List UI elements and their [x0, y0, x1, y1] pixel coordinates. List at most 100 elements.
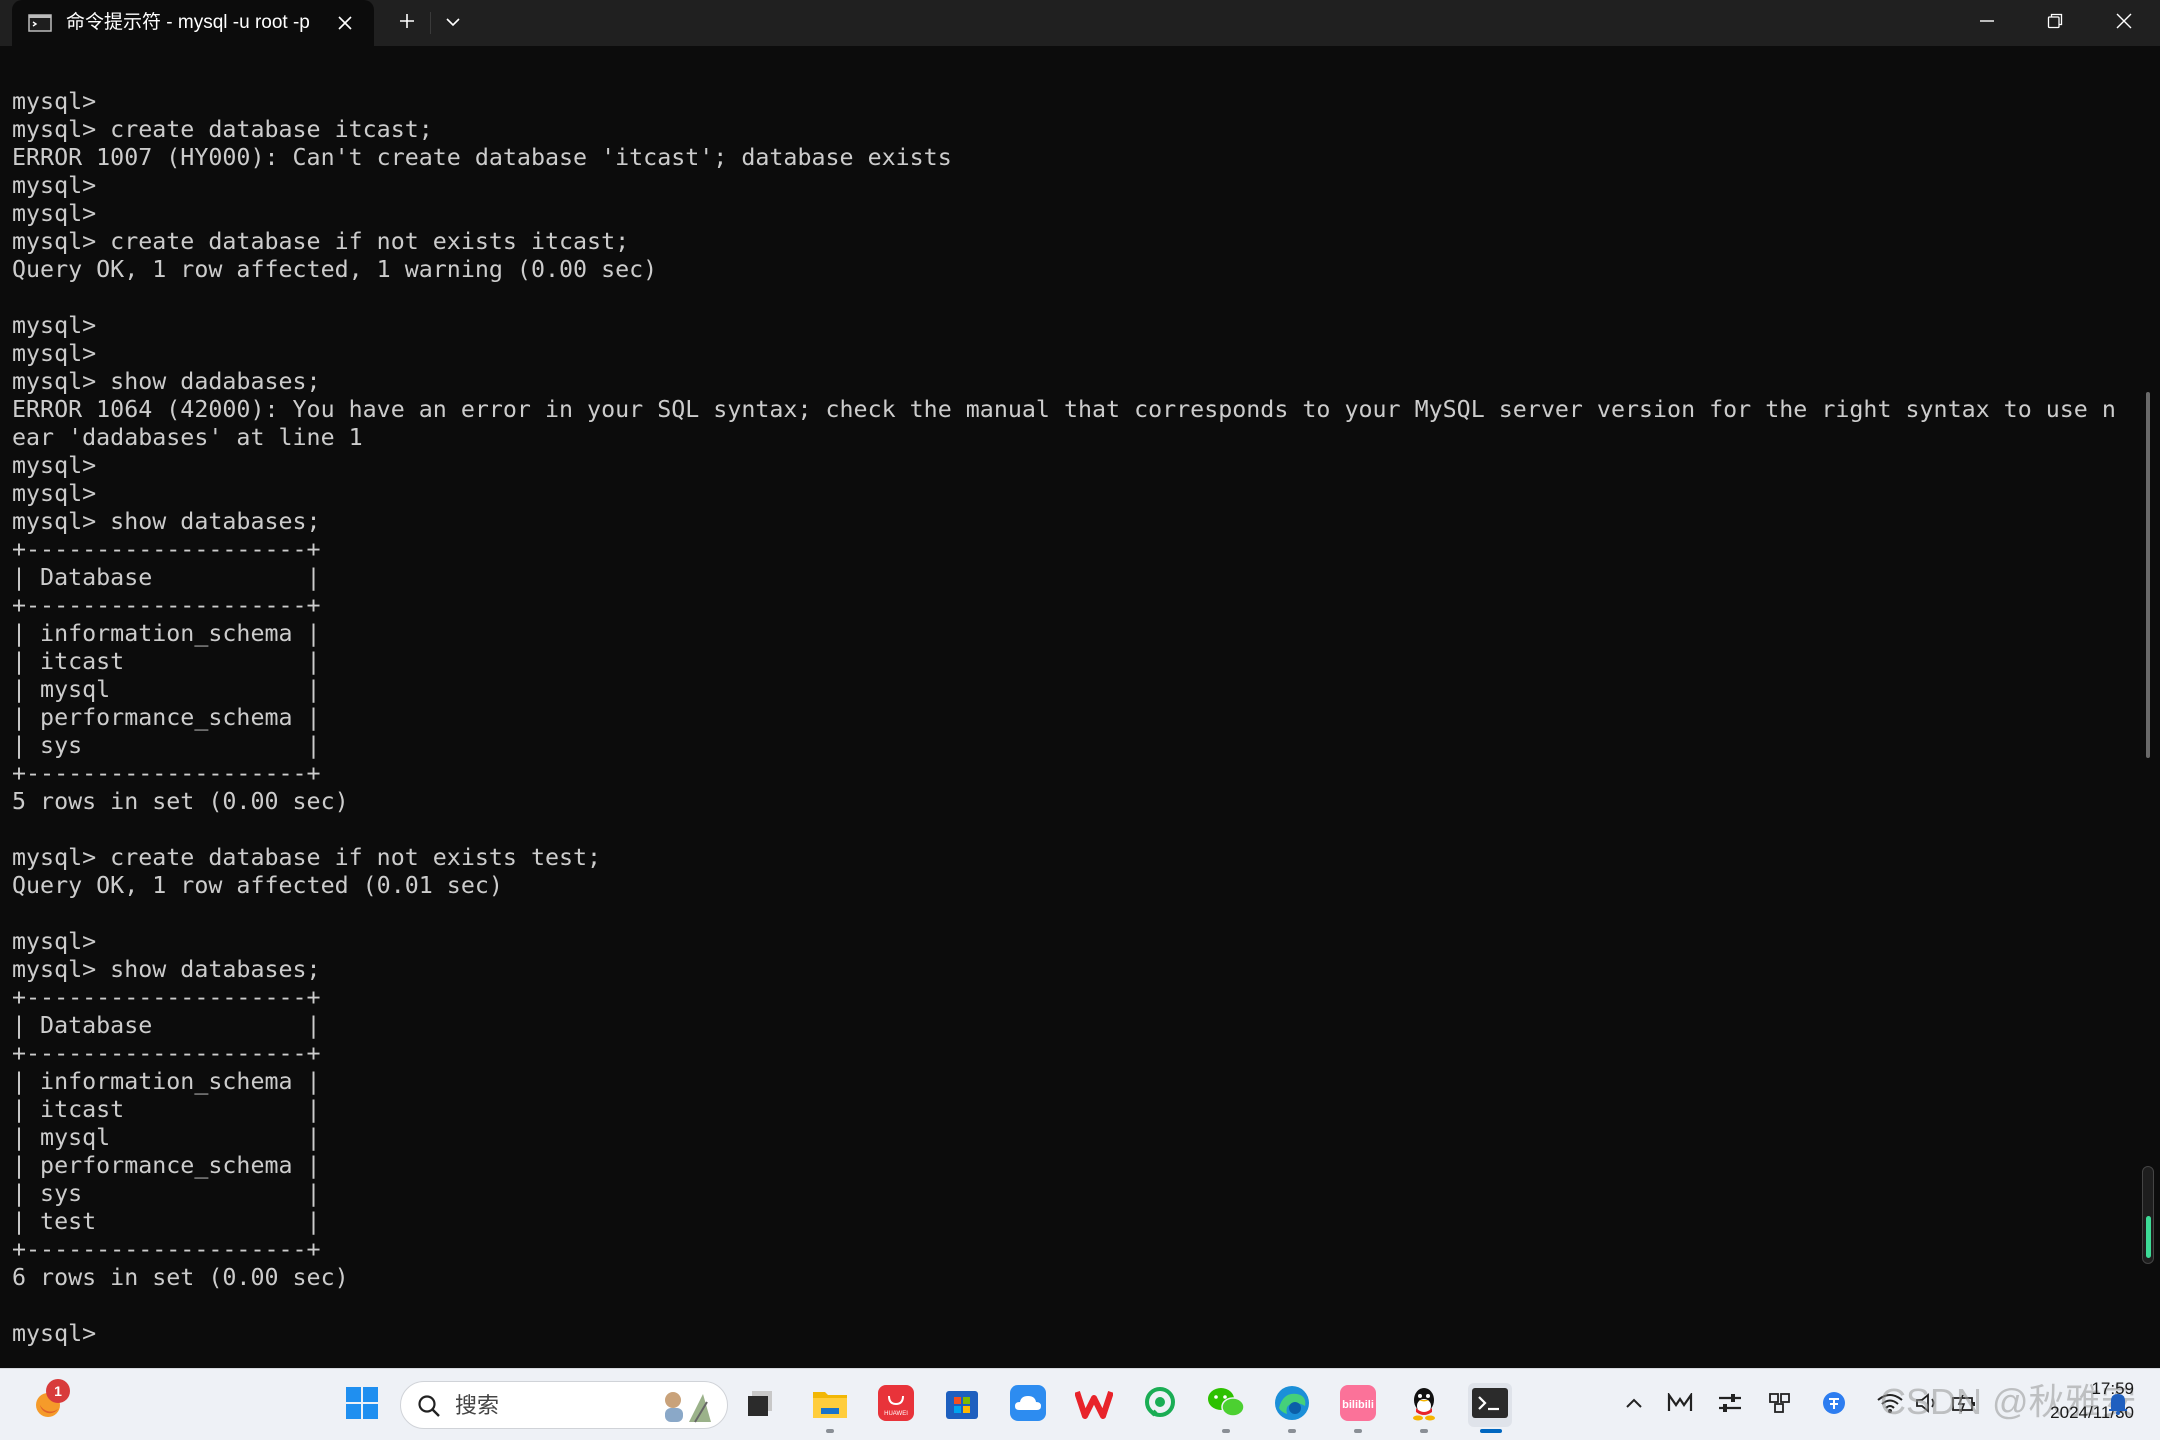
tab-title: 命令提示符 - mysql -u root -p: [66, 12, 310, 33]
task-view-icon: [744, 1387, 776, 1424]
terminal-line: mysql> show databases;: [12, 956, 321, 983]
terminal-line: mysql>: [12, 172, 97, 199]
minimize-icon: [1979, 13, 1995, 34]
new-tab-button[interactable]: [392, 8, 422, 38]
bilibili-button[interactable]: bilibili: [1336, 1383, 1380, 1433]
microsoft-store-button[interactable]: [940, 1383, 984, 1427]
terminal-text: mysql> mysql> create database itcast; ERRO…: [12, 88, 2116, 1348]
terminal-line: mysql> create database if not exists tes…: [12, 844, 602, 871]
terminal-line: | itcast |: [12, 648, 321, 675]
terminal-line: mysql>: [12, 928, 97, 955]
terminal-line: | sys |: [12, 1180, 321, 1207]
tray-app-button[interactable]: [1762, 1387, 1798, 1423]
terminal-line: | information_schema |: [12, 620, 321, 647]
terminal-line: mysql>: [12, 1320, 97, 1347]
terminal-line: mysql> show dadabases;: [12, 368, 321, 395]
terminal-line: Query OK, 1 row affected, 1 warning (0.0…: [12, 256, 658, 283]
terminal-line: mysql>: [12, 480, 97, 507]
terminal-line: mysql> create database if not exists itc…: [12, 228, 630, 255]
title-bar: 命令提示符 - mysql -u root -p: [0, 0, 2160, 46]
close-window-button[interactable]: [2090, 0, 2158, 46]
terminal-icon: [1471, 1387, 1509, 1424]
edge-browser-icon: [1273, 1384, 1311, 1427]
scrollbar-track[interactable]: [2146, 392, 2150, 758]
terminal-line: ear 'dadabases' at line 1: [12, 424, 363, 451]
huawei-appgallery-icon: HUAWEI: [877, 1384, 915, 1427]
huawei-appgallery-button[interactable]: HUAWEI: [874, 1383, 918, 1427]
terminal-line: +--------------------+: [12, 984, 321, 1011]
restore-icon: [2047, 13, 2063, 34]
terminal-tab[interactable]: 命令提示符 - mysql -u root -p: [12, 0, 374, 46]
terminal-line: mysql>: [12, 200, 97, 227]
tray-ime-button[interactable]: [1816, 1387, 1852, 1423]
close-icon: [2116, 13, 2132, 34]
file-explorer-icon: [811, 1386, 849, 1425]
ime-icon: [1821, 1390, 1847, 1421]
wechat-button[interactable]: [1204, 1383, 1248, 1433]
running-indicator: [1222, 1429, 1230, 1433]
terminal-line: | performance_schema |: [12, 704, 321, 731]
taskbar-search[interactable]: 搜索: [400, 1381, 728, 1429]
terminal-line: +--------------------+: [12, 592, 321, 619]
wps-office-button[interactable]: [1072, 1383, 1116, 1427]
terminal-line: | performance_schema |: [12, 1152, 321, 1179]
tray-mail-button[interactable]: [1662, 1387, 1698, 1423]
microsoft-store-icon: [944, 1385, 980, 1426]
terminal-line: 6 rows in set (0.00 sec): [12, 1264, 349, 1291]
taskbar: 1 搜索 HUAWEI bilibili CSDN @秋雅安 17:59 202…: [0, 1368, 2160, 1440]
bilibili-icon: bilibili: [1339, 1384, 1377, 1427]
svg-text:HUAWEI: HUAWEI: [884, 1411, 908, 1417]
terminal-line: | information_schema |: [12, 1068, 321, 1095]
tray-settings-button[interactable]: [1712, 1387, 1748, 1423]
scroll-indicator: [2146, 1216, 2151, 1258]
cloud-drive-button[interactable]: [1006, 1383, 1050, 1427]
green-chat-icon: [1142, 1385, 1178, 1426]
green-chat-button[interactable]: [1138, 1383, 1182, 1427]
start-button[interactable]: [340, 1383, 384, 1427]
minimize-button[interactable]: [1953, 0, 2021, 46]
cloud-drive-icon: [1009, 1384, 1047, 1427]
terminal-output[interactable]: mysql> mysql> create database itcast; ERRO…: [0, 46, 2160, 1368]
notification-icon: [2107, 1391, 2129, 1420]
file-explorer-button[interactable]: [808, 1383, 852, 1433]
terminal-line: mysql>: [12, 88, 97, 115]
search-icon: [417, 1394, 441, 1418]
qq-icon: [1407, 1384, 1441, 1427]
qq-button[interactable]: [1402, 1383, 1446, 1433]
terminal-line: ERROR 1007 (HY000): Can't create databas…: [12, 144, 952, 171]
blocks-icon: [1767, 1391, 1793, 1420]
windows-start-icon: [345, 1386, 379, 1425]
terminal-line: 5 rows in set (0.00 sec): [12, 788, 349, 815]
title-bar-divider: [430, 12, 431, 34]
search-highlight-illustration: [651, 1388, 717, 1424]
terminal-line: | sys |: [12, 732, 321, 759]
terminal-line: | mysql |: [12, 1124, 321, 1151]
terminal-line: Query OK, 1 row affected (0.01 sec): [12, 872, 503, 899]
plus-icon: [399, 13, 415, 34]
task-view-button[interactable]: [738, 1383, 782, 1427]
notification-badge: 1: [46, 1379, 70, 1403]
wechat-icon: [1206, 1385, 1246, 1426]
running-indicator: [826, 1429, 834, 1433]
restore-button[interactable]: [2021, 0, 2089, 46]
terminal-line: | Database |: [12, 564, 321, 591]
running-indicator: [1420, 1429, 1428, 1433]
terminal-button[interactable]: [1468, 1383, 1512, 1433]
tab-dropdown-button[interactable]: [438, 8, 468, 38]
chevron-down-icon: [446, 14, 460, 32]
cmd-icon: [28, 14, 52, 32]
search-placeholder: 搜索: [455, 1393, 500, 1418]
show-hidden-icons-button[interactable]: [1616, 1387, 1652, 1423]
terminal-line: mysql> show databases;: [12, 508, 321, 535]
mail-icon: [1667, 1391, 1693, 1418]
notification-center-button[interactable]: [2100, 1387, 2136, 1423]
tab-close-icon[interactable]: [332, 10, 358, 36]
running-indicator: [1354, 1429, 1362, 1433]
svg-text:bilibili: bilibili: [1342, 1399, 1374, 1411]
edge-browser-button[interactable]: [1270, 1383, 1314, 1433]
running-indicator: [1288, 1429, 1296, 1433]
terminal-line: ERROR 1064 (42000): You have an error in…: [12, 396, 2116, 423]
